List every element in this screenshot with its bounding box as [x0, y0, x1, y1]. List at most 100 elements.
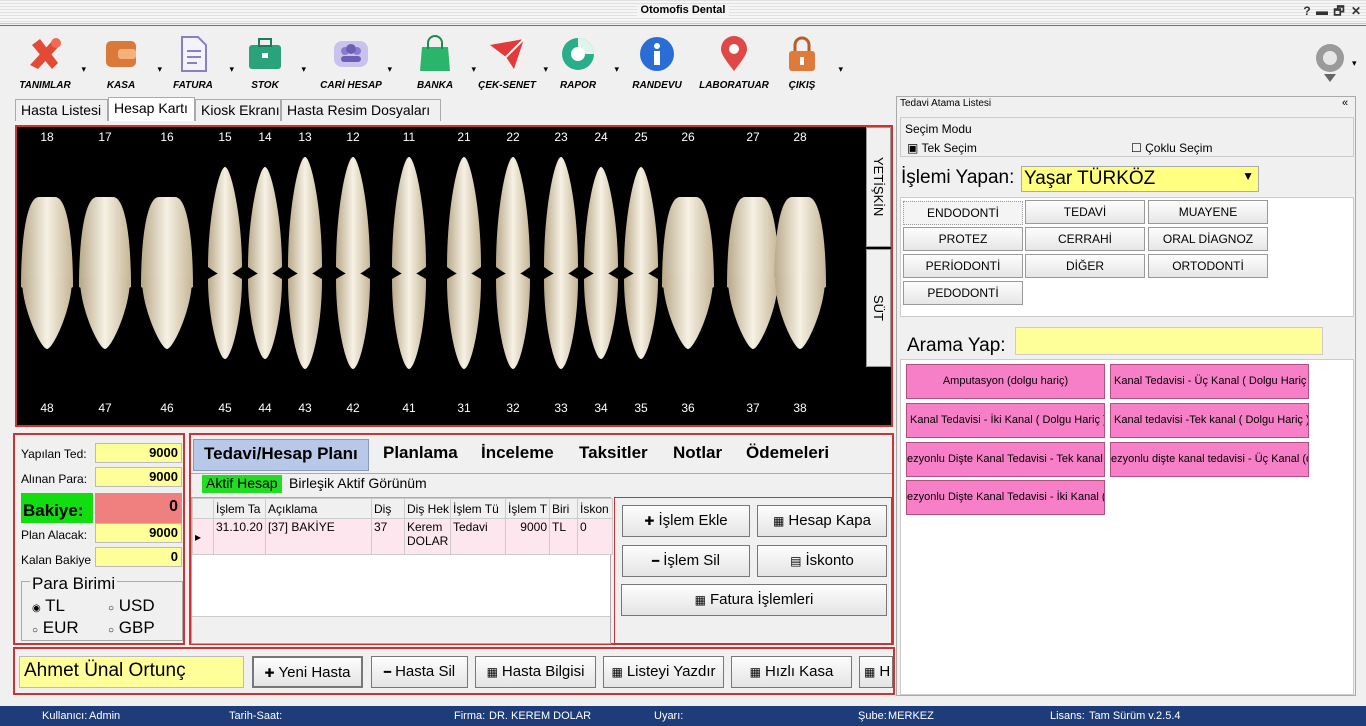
- category-protez[interactable]: PROTEZ: [903, 227, 1023, 251]
- lower-tooth[interactable]: [624, 271, 658, 360]
- category-cerrahi[interactable]: CERRAHİ: [1025, 227, 1145, 251]
- checkbox-checked-icon[interactable]: ▣: [907, 141, 918, 155]
- currency-gbp[interactable]: ○ GBP: [108, 618, 155, 638]
- list-item[interactable]: Kanal tedavisi -Tek kanal ( Dolgu Hariç …: [1110, 403, 1309, 438]
- toolbar-laboratuar[interactable]: LABORATUAR: [699, 34, 769, 91]
- patient-name-field[interactable]: Ahmet Ünal Ortunç: [19, 656, 244, 688]
- doer-select[interactable]: Yaşar TÜRKÖZ ▼: [1021, 166, 1259, 192]
- upper-tooth[interactable]: [336, 157, 370, 276]
- toolbar-cek-senet[interactable]: ÇEK-SENET ▾: [472, 34, 548, 91]
- list-item[interactable]: ezyonlu Dişte Kanal Tedavisi - İki Kanal…: [906, 480, 1105, 515]
- tab-hasta-listesi[interactable]: Hasta Listesi: [15, 99, 108, 121]
- category-muayene[interactable]: MUAYENE: [1148, 200, 1268, 224]
- hizli-kasa-button[interactable]: ▦ Hızlı Kasa: [731, 656, 852, 688]
- coklu-secim-option[interactable]: ☐ Çoklu Seçim: [1131, 141, 1212, 155]
- lower-tooth[interactable]: [775, 271, 825, 350]
- grid-header-cell[interactable]: Açıklama: [265, 498, 372, 519]
- tab-tedavi-hesap[interactable]: Tedavi/Hesap Planı: [193, 439, 369, 471]
- lower-tooth[interactable]: [392, 271, 426, 370]
- search-input[interactable]: [1015, 327, 1323, 355]
- treatment-grid[interactable]: İşlem Ta Açıklama Diş Diş Hek İşlem Tü İşlem …: [191, 497, 613, 644]
- grid-header-cell[interactable]: İşlem Ta: [213, 498, 266, 519]
- table-row[interactable]: ▸ 31.10.20 [37] BAKİYE 37 Kerem DOLAR Tedavi 9…: [192, 518, 613, 555]
- category-periodonti[interactable]: PERİODONTİ: [903, 254, 1023, 278]
- category-tedavi[interactable]: TEDAVİ: [1025, 200, 1145, 224]
- category-diger[interactable]: DİĞER: [1025, 254, 1145, 278]
- lower-tooth[interactable]: [447, 271, 481, 370]
- grid-cell[interactable]: Kerem DOLAR: [404, 518, 451, 555]
- toolbar-tanimlar[interactable]: TANIMLAR ▾: [10, 34, 86, 91]
- teeth-image[interactable]: 18 17 16 15 14 13 12 11 21 22 23 24 25 26 27 28 48 47 46 45…: [17, 127, 859, 425]
- dental-chart[interactable]: 18 17 16 15 14 13 12 11 21 22 23 24 25 26 27 28 48 47 46 45…: [15, 125, 893, 427]
- upper-tooth[interactable]: [496, 157, 530, 276]
- settings-gear-icon[interactable]: [1310, 40, 1350, 87]
- upper-tooth[interactable]: [544, 157, 578, 276]
- category-oral-diagnoz[interactable]: ORAL DİAGNOZ: [1148, 227, 1268, 251]
- lower-tooth[interactable]: [288, 271, 322, 370]
- grid-header-cell[interactable]: Diş: [371, 498, 405, 519]
- tab-notlar[interactable]: Notlar: [663, 439, 732, 471]
- more-button[interactable]: ▦ H: [859, 656, 893, 688]
- grid-cell[interactable]: 37: [371, 518, 405, 555]
- radio-icon[interactable]: ○: [108, 603, 114, 614]
- islem-ekle-button[interactable]: ✚ İşlem Ekle: [622, 505, 750, 537]
- lower-tooth[interactable]: [80, 271, 130, 350]
- toolbar-cari-hesap[interactable]: CARİ HESAP ▾: [316, 34, 392, 91]
- chevron-down-icon[interactable]: ▾: [614, 64, 619, 75]
- lower-tooth[interactable]: [248, 271, 282, 360]
- toolbar-banka[interactable]: BANKA ▾: [400, 34, 476, 91]
- restore-button[interactable]: 🗗: [1331, 3, 1347, 19]
- list-item[interactable]: Amputasyon (dolgu hariç): [906, 364, 1105, 399]
- tab-hasta-resim[interactable]: Hasta Resim Dosyaları: [281, 99, 441, 121]
- category-pedodonti[interactable]: PEDODONTİ: [903, 281, 1023, 305]
- upper-tooth[interactable]: [248, 167, 282, 276]
- grid-header-cell[interactable]: İskon: [577, 498, 613, 519]
- lower-tooth[interactable]: [728, 271, 778, 350]
- tab-kiosk-ekrani[interactable]: Kiosk Ekranı: [195, 99, 281, 121]
- lower-tooth[interactable]: [544, 271, 578, 370]
- list-item[interactable]: ezyonlu Dişte Kanal Tedavisi - Tek kanal…: [906, 442, 1105, 477]
- adult-teeth-tab[interactable]: YETİŞKİN: [866, 127, 891, 247]
- subtab-aktif-hesap[interactable]: Aktif Hesap: [202, 475, 282, 493]
- radio-icon[interactable]: ○: [32, 625, 38, 636]
- upper-tooth[interactable]: [208, 167, 242, 276]
- upper-tooth[interactable]: [584, 167, 618, 276]
- category-endodonti[interactable]: ENDODONTİ: [903, 201, 1023, 225]
- fatura-islemleri-button[interactable]: ▦ Fatura İşlemleri: [621, 584, 887, 616]
- close-button[interactable]: ✕: [1348, 3, 1364, 19]
- subtab-birlesik[interactable]: Birleşik Aktif Görünüm: [287, 475, 429, 493]
- currency-tl[interactable]: ◉ TL: [32, 596, 65, 616]
- toolbar-rapor[interactable]: RAPOR ▾: [543, 34, 619, 91]
- radio-icon[interactable]: ○: [108, 625, 114, 636]
- lower-tooth[interactable]: [208, 271, 242, 360]
- yeni-hasta-button[interactable]: ✚ Yeni Hasta: [252, 656, 363, 688]
- tab-odemeleri[interactable]: Ödemeleri: [736, 439, 839, 471]
- grid-cell[interactable]: Tedavi: [450, 518, 506, 555]
- chevron-down-icon[interactable]: ▾: [301, 64, 306, 75]
- toolbar-randevu[interactable]: RANDEVU: [622, 34, 692, 91]
- upper-tooth[interactable]: [447, 157, 481, 276]
- tab-hesap-karti[interactable]: Hesap Kartı: [108, 97, 195, 121]
- grid-cell[interactable]: 9000: [505, 518, 550, 555]
- grid-scrollbar[interactable]: [192, 616, 610, 643]
- toolbar-cikis[interactable]: ÇIKIŞ ▾: [767, 34, 843, 91]
- tek-secim-option[interactable]: ▣ Tek Seçim: [907, 141, 977, 155]
- collapse-icon[interactable]: «: [1342, 97, 1348, 109]
- upper-tooth[interactable]: [624, 167, 658, 276]
- upper-tooth[interactable]: [392, 157, 426, 276]
- toolbar-stok[interactable]: STOK ▾: [230, 34, 306, 91]
- tab-planlama[interactable]: Planlama: [373, 439, 468, 471]
- hasta-bilgisi-button[interactable]: ▦ Hasta Bilgisi: [475, 656, 596, 688]
- hesap-kapa-button[interactable]: ▦ Hesap Kapa: [757, 505, 887, 537]
- lower-tooth[interactable]: [336, 271, 370, 370]
- grid-header-cell[interactable]: İşlem Tü: [450, 498, 506, 519]
- grid-cell[interactable]: 31.10.20: [213, 518, 266, 555]
- grid-cell[interactable]: 0: [577, 518, 613, 555]
- toolbar-fatura[interactable]: FATURA ▾: [158, 34, 234, 91]
- lower-tooth[interactable]: [584, 271, 618, 360]
- currency-usd[interactable]: ○ USD: [108, 596, 155, 616]
- chevron-down-icon[interactable]: ▾: [1352, 58, 1357, 69]
- grid-cell[interactable]: [37] BAKİYE: [265, 518, 372, 555]
- category-ortodonti[interactable]: ORTODONTİ: [1148, 254, 1268, 278]
- help-button[interactable]: ?: [1299, 3, 1315, 19]
